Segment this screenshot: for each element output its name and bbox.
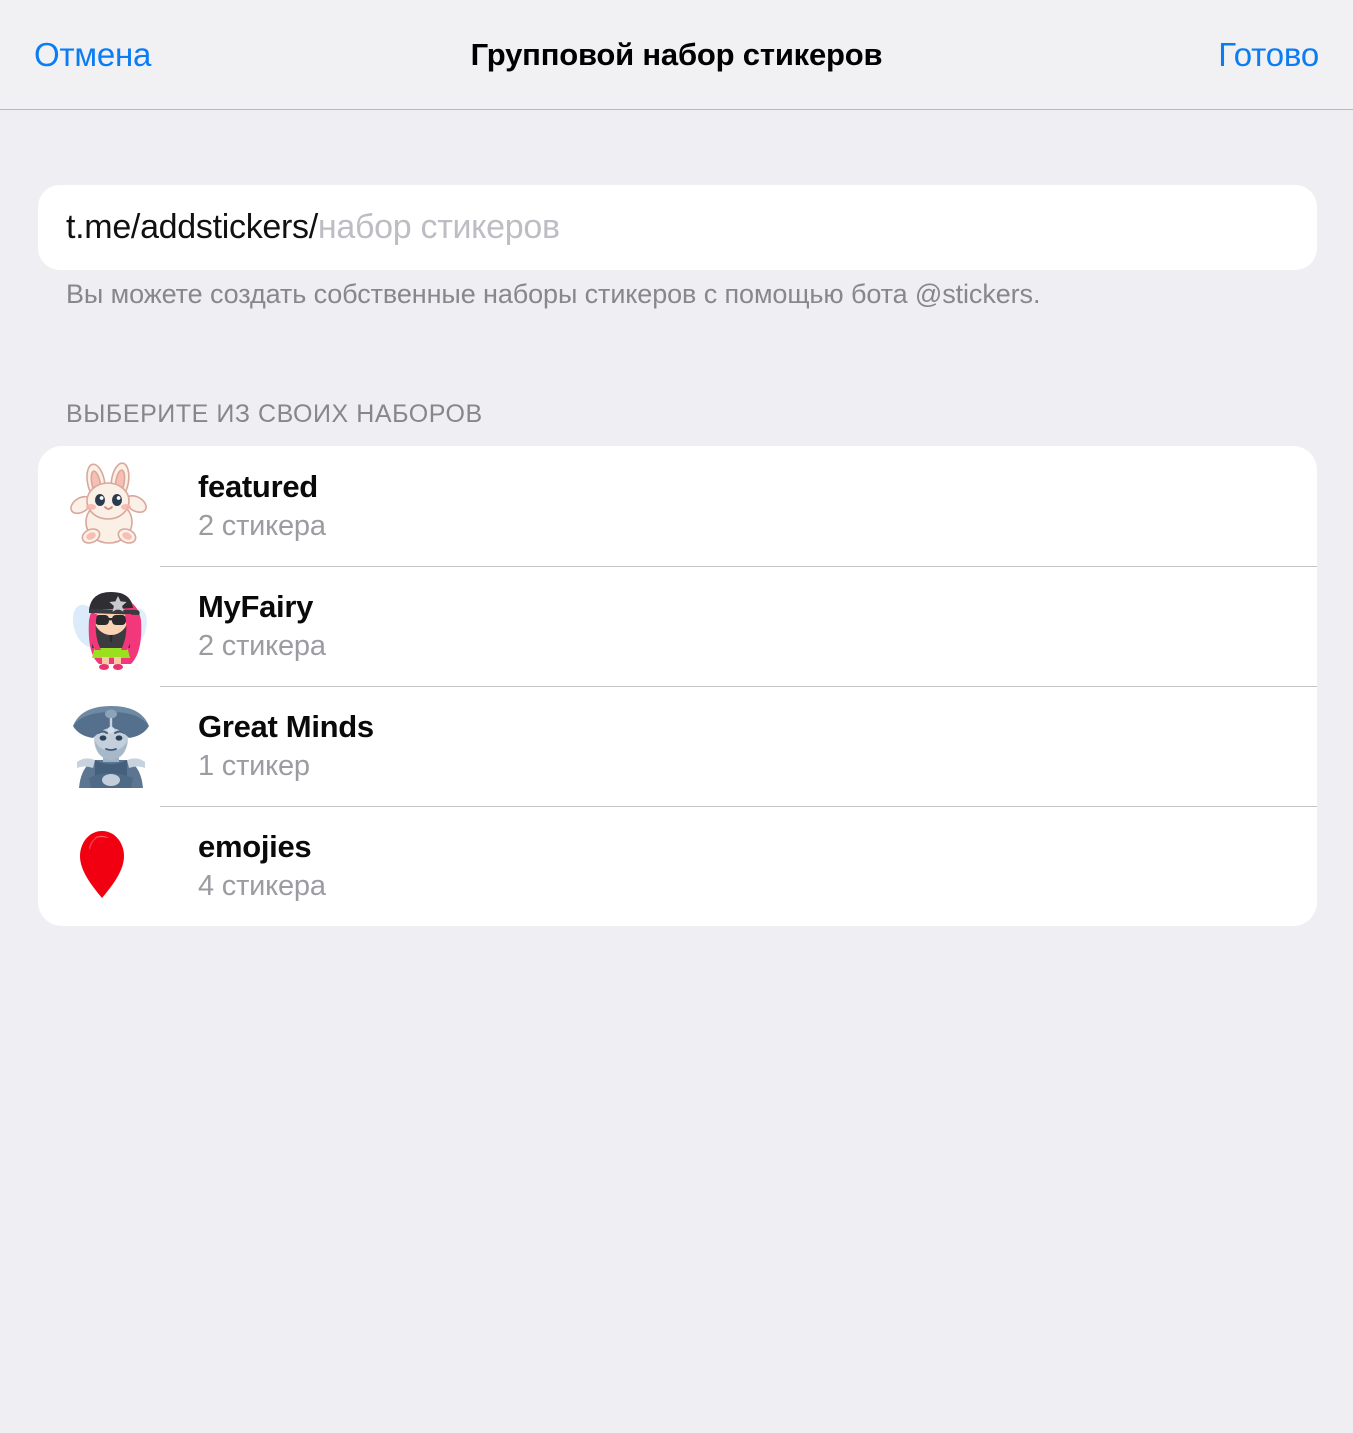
red-balloon-sticker-icon [62, 817, 160, 915]
footnote-text: Вы можете создать собственные наборы сти… [66, 279, 1041, 309]
list-item[interactable]: featured 2 стикера [38, 446, 1317, 566]
set-count: 4 стикера [198, 870, 326, 903]
set-info: featured 2 стикера [198, 469, 326, 544]
bunny-sticker-icon [62, 457, 160, 555]
done-button[interactable]: Готово [1214, 30, 1323, 80]
set-info: MyFairy 2 стикера [198, 589, 326, 664]
url-prefix-label: t.me/addstickers/ [66, 208, 318, 246]
page-title: Групповой набор стикеров [470, 36, 883, 72]
set-title: featured [198, 468, 318, 504]
set-title: MyFairy [198, 588, 314, 624]
set-title: emojies [198, 828, 312, 864]
navigation-bar: Отмена Групповой набор стикеров Готово [0, 0, 1353, 110]
cancel-button[interactable]: Отмена [30, 30, 155, 80]
fairy-girl-sticker-icon [62, 577, 160, 675]
set-title: Great Minds [198, 708, 374, 744]
list-item[interactable]: emojies 4 стикера [38, 806, 1317, 926]
url-text-wrapper: t.me/addstickers/ набор стикеров [66, 208, 560, 247]
set-info: Great Minds 1 стикер [198, 709, 374, 784]
set-count: 2 стикера [198, 510, 326, 543]
set-info: emojies 4 стикера [198, 829, 326, 904]
url-placeholder-text: набор стикеров [317, 208, 560, 246]
group-sticker-set-screen: Отмена Групповой набор стикеров Готово t… [0, 0, 1353, 1433]
section-header-own-sets: ВЫБЕРИТЕ ИЗ СВОИХ НАБОРОВ [66, 400, 483, 428]
set-count: 2 стикера [198, 630, 326, 663]
list-item[interactable]: MyFairy 2 стикера [38, 566, 1317, 686]
list-item[interactable]: Great Minds 1 стикер [38, 686, 1317, 806]
set-count: 1 стикер [198, 750, 310, 783]
napoleon-sticker-icon [62, 697, 160, 795]
sticker-sets-list: featured 2 стикера MyFairy 2 стикера Gre… [38, 446, 1317, 926]
sticker-set-url-field[interactable]: t.me/addstickers/ набор стикеров [38, 185, 1317, 270]
